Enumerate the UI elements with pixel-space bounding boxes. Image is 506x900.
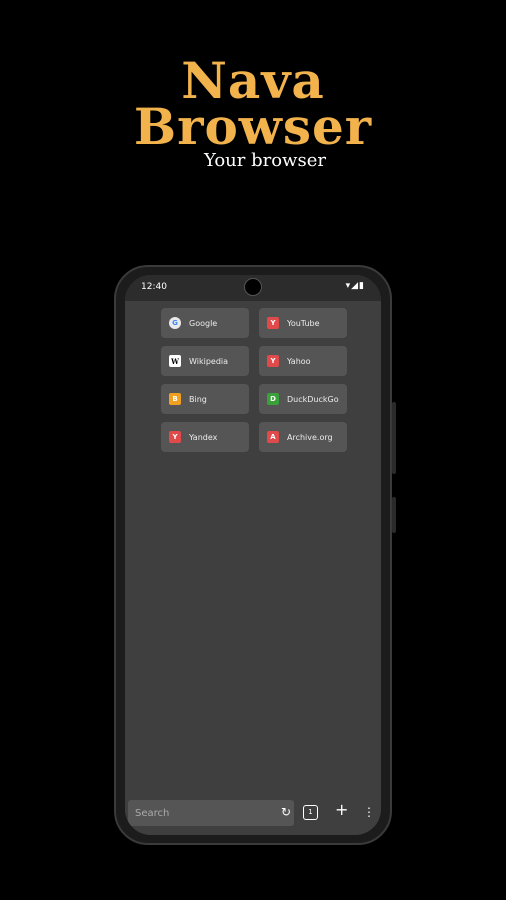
speed-dial-label: Bing — [189, 394, 207, 404]
speed-dial-grid: G Google Y YouTube W Wikipedia Y Yahoo B… — [161, 308, 347, 452]
speed-dial-label: Yahoo — [287, 356, 311, 366]
wikipedia-icon: W — [169, 355, 181, 367]
search-bar[interactable]: ↻ — [128, 800, 294, 826]
speed-dial-label: Archive.org — [287, 432, 333, 442]
reload-icon[interactable]: ↻ — [281, 805, 291, 819]
speed-dial-archive[interactable]: A Archive.org — [259, 422, 347, 452]
status-icons: ▾◢▮ — [345, 281, 365, 291]
tab-count-button[interactable]: 1 — [303, 805, 318, 820]
speed-dial-bing[interactable]: B Bing — [161, 384, 249, 414]
app-title: Nava Browser — [0, 56, 506, 156]
speed-dial-yandex[interactable]: Y Yandex — [161, 422, 249, 452]
phone-screen: 12:40 ▾◢▮ G Google Y YouTube W Wikipedia… — [125, 275, 381, 835]
archive-icon: A — [267, 431, 279, 443]
camera-cutout — [244, 278, 262, 296]
status-time: 12:40 — [141, 282, 167, 292]
google-icon: G — [169, 317, 181, 329]
speed-dial-label: Yandex — [189, 432, 218, 442]
search-input[interactable] — [133, 806, 267, 820]
phone-power-button — [392, 497, 396, 533]
new-tab-icon[interactable]: + — [335, 802, 348, 818]
speed-dial-duckduckgo[interactable]: D DuckDuckGo — [259, 384, 347, 414]
speed-dial-label: DuckDuckGo — [287, 394, 339, 404]
speed-dial-label: Google — [189, 318, 218, 328]
phone-volume-button — [392, 402, 396, 474]
yahoo-icon: Y — [267, 355, 279, 367]
youtube-icon: Y — [267, 317, 279, 329]
phone-frame: 12:40 ▾◢▮ G Google Y YouTube W Wikipedia… — [114, 265, 396, 845]
speed-dial-yahoo[interactable]: Y Yahoo — [259, 346, 347, 376]
bing-icon: B — [169, 393, 181, 405]
speed-dial-label: Wikipedia — [189, 356, 229, 366]
bottom-toolbar: ↻ 1 + ⋮ — [125, 795, 381, 835]
speed-dial-google[interactable]: G Google — [161, 308, 249, 338]
app-subtitle: Your browser — [204, 150, 326, 171]
app-title-line2: Browser — [133, 97, 373, 156]
duckduckgo-icon: D — [267, 393, 279, 405]
status-bar: 12:40 ▾◢▮ — [125, 275, 381, 301]
speed-dial-youtube[interactable]: Y YouTube — [259, 308, 347, 338]
speed-dial-label: YouTube — [287, 318, 320, 328]
yandex-icon: Y — [169, 431, 181, 443]
speed-dial-wikipedia[interactable]: W Wikipedia — [161, 346, 249, 376]
overflow-menu-icon[interactable]: ⋮ — [363, 804, 375, 820]
